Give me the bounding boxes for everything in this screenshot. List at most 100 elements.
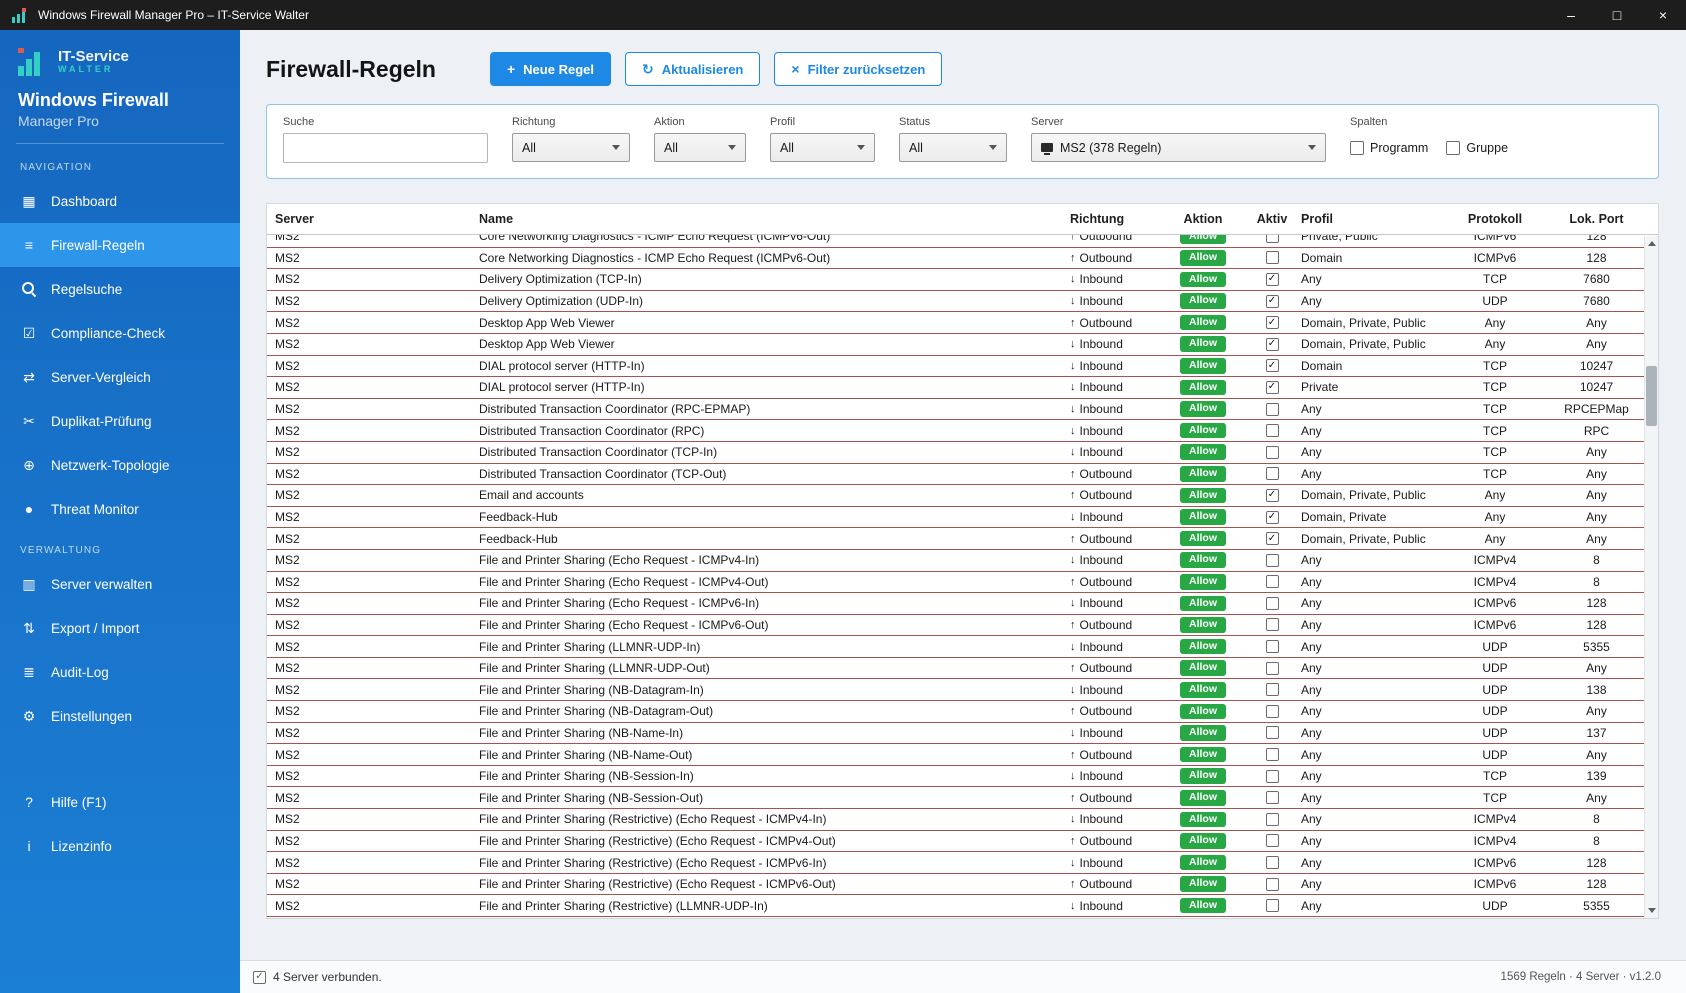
sidebar-item-regelsuche[interactable]: Regelsuche (0, 267, 240, 311)
column-header-action[interactable]: Aktion (1163, 212, 1243, 226)
table-row[interactable]: MS2File and Printer Sharing (NB-Datagram… (267, 701, 1644, 723)
table-row[interactable]: MS2Email and accounts↑OutboundAllow✓Doma… (267, 485, 1644, 507)
maximize-button[interactable]: □ (1594, 0, 1640, 30)
server-select[interactable]: MS2 (378 Regeln) (1031, 133, 1326, 162)
scrollbar-thumb[interactable] (1646, 366, 1657, 426)
sidebar-item-compliance-check[interactable]: ☑Compliance-Check (0, 311, 240, 355)
table-row[interactable]: MS2File and Printer Sharing (NB-Name-Out… (267, 744, 1644, 766)
table-row[interactable]: MS2Distributed Transaction Coordinator (… (267, 464, 1644, 486)
active-checkbox[interactable] (1266, 899, 1279, 912)
active-checkbox[interactable] (1266, 403, 1279, 416)
table-row[interactable]: MS2Core Networking Diagnostics - ICMP Ec… (267, 248, 1644, 270)
table-row[interactable]: MS2Desktop App Web Viewer↓InboundAllow✓D… (267, 334, 1644, 356)
table-row[interactable]: MS2Delivery Optimization (TCP-In)↓Inboun… (267, 269, 1644, 291)
search-input[interactable] (283, 133, 488, 163)
scroll-up-arrow-icon[interactable] (1648, 241, 1656, 246)
table-row[interactable]: MS2File and Printer Sharing (LLMNR-UDP-I… (267, 636, 1644, 658)
column-header-name[interactable]: Name (479, 212, 1066, 226)
table-row[interactable]: MS2Feedback-Hub↑OutboundAllow✓Domain, Pr… (267, 528, 1644, 550)
checkbox-gruppe[interactable]: Gruppe (1446, 141, 1508, 155)
vertical-scrollbar[interactable] (1644, 236, 1658, 918)
active-checkbox[interactable] (1266, 597, 1279, 610)
table-row[interactable]: MS2Distributed Transaction Coordinator (… (267, 420, 1644, 442)
active-checkbox[interactable] (1266, 640, 1279, 653)
table-row[interactable]: MS2File and Printer Sharing (Restrictive… (267, 831, 1644, 853)
column-header-server[interactable]: Server (267, 212, 479, 226)
column-header-protocol[interactable]: Protokoll (1441, 212, 1549, 226)
new-rule-button[interactable]: + Neue Regel (490, 52, 611, 86)
active-checkbox[interactable] (1266, 251, 1279, 264)
active-checkbox[interactable] (1266, 834, 1279, 847)
active-checkbox[interactable] (1266, 235, 1279, 243)
active-checkbox[interactable] (1266, 791, 1279, 804)
sidebar-item-firewall-regeln[interactable]: ≡Firewall-Regeln (0, 223, 240, 267)
table-row[interactable]: MS2Distributed Transaction Coordinator (… (267, 399, 1644, 421)
active-checkbox[interactable]: ✓ (1266, 381, 1279, 394)
active-checkbox[interactable] (1266, 618, 1279, 631)
active-checkbox[interactable]: ✓ (1266, 511, 1279, 524)
column-header-active[interactable]: Aktiv (1243, 212, 1301, 226)
table-row[interactable]: MS2File and Printer Sharing (Echo Reques… (267, 550, 1644, 572)
active-checkbox[interactable] (1266, 467, 1279, 480)
active-checkbox[interactable] (1266, 770, 1279, 783)
sidebar-item-lizenzinfo[interactable]: iLizenzinfo (0, 824, 240, 868)
sidebar-item-duplikat-pr-fung[interactable]: ✂Duplikat-Prüfung (0, 399, 240, 443)
sidebar-item-hilfe-f1[interactable]: ?Hilfe (F1) (0, 780, 240, 824)
active-checkbox[interactable]: ✓ (1266, 273, 1279, 286)
table-row[interactable]: MS2File and Printer Sharing (Restrictive… (267, 895, 1644, 917)
table-row[interactable]: MS2File and Printer Sharing (NB-Session-… (267, 766, 1644, 788)
table-row[interactable]: MS2File and Printer Sharing (Restrictive… (267, 874, 1644, 896)
status-select[interactable]: All (899, 133, 1007, 162)
active-checkbox[interactable] (1266, 683, 1279, 696)
table-row[interactable]: MS2File and Printer Sharing (Restrictive… (267, 852, 1644, 874)
table-row[interactable]: MS2Delivery Optimization (UDP-In)↓Inboun… (267, 291, 1644, 313)
column-header-profile[interactable]: Profil (1301, 212, 1441, 226)
active-checkbox[interactable] (1266, 662, 1279, 675)
scroll-down-arrow-icon[interactable] (1648, 908, 1656, 913)
refresh-button[interactable]: ↻ Aktualisieren (625, 52, 760, 86)
table-row[interactable]: MS2Feedback-Hub↓InboundAllow✓Domain, Pri… (267, 507, 1644, 529)
sidebar-item-dashboard[interactable]: ▦Dashboard (0, 179, 240, 223)
active-checkbox[interactable]: ✓ (1266, 359, 1279, 372)
table-row[interactable]: MS2File and Printer Sharing (NB-Datagram… (267, 679, 1644, 701)
table-row[interactable]: MS2Desktop App Web Viewer↑OutboundAllow✓… (267, 312, 1644, 334)
sidebar-item-export-import[interactable]: ⇅Export / Import (0, 606, 240, 650)
active-checkbox[interactable] (1266, 813, 1279, 826)
column-header-port[interactable]: Lok. Port (1549, 212, 1644, 226)
active-checkbox[interactable] (1266, 554, 1279, 567)
table-row[interactable]: MS2File and Printer Sharing (NB-Session-… (267, 787, 1644, 809)
table-row[interactable]: MS2File and Printer Sharing (LLMNR-UDP-O… (267, 658, 1644, 680)
profile-select[interactable]: All (770, 133, 875, 162)
table-row[interactable]: MS2Core Networking Diagnostics - ICMP Ec… (267, 235, 1644, 248)
direction-select[interactable]: All (512, 133, 630, 162)
active-checkbox[interactable] (1266, 856, 1279, 869)
table-row[interactable]: MS2File and Printer Sharing (Echo Reques… (267, 572, 1644, 594)
active-checkbox[interactable] (1266, 726, 1279, 739)
active-checkbox[interactable]: ✓ (1266, 338, 1279, 351)
active-checkbox[interactable]: ✓ (1266, 489, 1279, 502)
minimize-button[interactable]: – (1548, 0, 1594, 30)
close-button[interactable]: × (1640, 0, 1686, 30)
active-checkbox[interactable] (1266, 424, 1279, 437)
active-checkbox[interactable] (1266, 748, 1279, 761)
active-checkbox[interactable] (1266, 878, 1279, 891)
sidebar-item-netzwerk-topologie[interactable]: ⊕Netzwerk-Topologie (0, 443, 240, 487)
active-checkbox[interactable]: ✓ (1266, 532, 1279, 545)
checkbox-programm[interactable]: Programm (1350, 141, 1428, 155)
table-row[interactable]: MS2File and Printer Sharing (Echo Reques… (267, 615, 1644, 637)
table-row[interactable]: MS2DIAL protocol server (HTTP-In)↓Inboun… (267, 377, 1644, 399)
table-row[interactable]: MS2File and Printer Sharing (NB-Name-In)… (267, 723, 1644, 745)
active-checkbox[interactable]: ✓ (1266, 295, 1279, 308)
sidebar-item-server-verwalten[interactable]: ▥Server verwalten (0, 562, 240, 606)
table-row[interactable]: MS2File and Printer Sharing (Echo Reques… (267, 593, 1644, 615)
sidebar-item-audit-log[interactable]: ≣Audit-Log (0, 650, 240, 694)
sidebar-item-einstellungen[interactable]: ⚙Einstellungen (0, 694, 240, 738)
action-select[interactable]: All (654, 133, 746, 162)
sidebar-item-threat-monitor[interactable]: ●Threat Monitor (0, 487, 240, 531)
sidebar-item-server-vergleich[interactable]: ⇄Server-Vergleich (0, 355, 240, 399)
column-header-direction[interactable]: Richtung (1066, 212, 1163, 226)
active-checkbox[interactable] (1266, 446, 1279, 459)
active-checkbox[interactable]: ✓ (1266, 316, 1279, 329)
active-checkbox[interactable] (1266, 705, 1279, 718)
table-row[interactable]: MS2DIAL protocol server (HTTP-In)↓Inboun… (267, 356, 1644, 378)
